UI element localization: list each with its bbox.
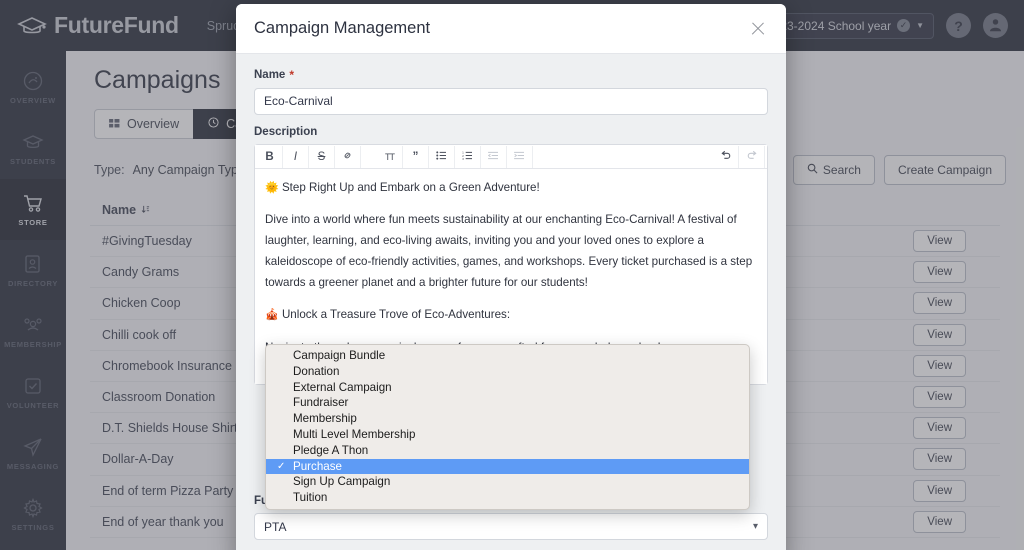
dropdown-option-label: Campaign Bundle — [293, 349, 386, 362]
dropdown-option-label: Purchase — [293, 459, 342, 473]
italic-button[interactable]: I — [283, 145, 309, 168]
outdent-icon — [487, 151, 499, 163]
indent-icon — [514, 151, 525, 163]
dropdown-option-label: Multi Level Membership — [293, 427, 416, 441]
editor-history-group — [713, 145, 765, 168]
indent-button[interactable] — [507, 145, 533, 168]
description-line-1-text: Step Right Up and Embark on a Green Adve… — [281, 181, 540, 194]
dropdown-option-label: Fundraiser — [293, 396, 349, 410]
bullet-list-icon — [436, 150, 447, 163]
fund-select[interactable]: PTA ▾ — [254, 513, 768, 540]
text-format-icon: TT — [385, 151, 395, 162]
dropdown-option[interactable]: Multi Level Membership — [266, 427, 749, 443]
dropdown-option[interactable]: Membership — [266, 411, 749, 427]
editor-toolbar: B I S TT ” 123 — [255, 145, 767, 169]
undo-icon — [720, 150, 732, 163]
fund-value: PTA — [264, 519, 287, 534]
dropdown-option-label: Pledge A Thon — [293, 443, 369, 457]
numbered-list-icon: 123 — [462, 150, 473, 163]
link-icon — [342, 150, 353, 164]
dropdown-option[interactable]: Sign Up Campaign — [266, 474, 749, 490]
blockquote-button[interactable]: ” — [403, 145, 429, 168]
description-label-text: Description — [254, 126, 318, 138]
redo-button[interactable] — [739, 145, 765, 168]
bullet-list-button[interactable] — [429, 145, 455, 168]
redo-icon — [746, 150, 758, 163]
name-field-label: Name * — [254, 68, 768, 82]
bold-button[interactable]: B — [257, 145, 283, 168]
dropdown-option[interactable]: Campaign Bundle — [266, 348, 749, 364]
required-asterisk: * — [289, 68, 294, 82]
strikethrough-button[interactable]: S — [309, 145, 335, 168]
name-label-text: Name — [254, 69, 286, 81]
dropdown-option[interactable]: ✓ Purchase — [266, 458, 749, 475]
description-line-2: 🎪 Unlock a Treasure Trove of Eco-Adventu… — [265, 304, 757, 325]
description-field-label: Description — [254, 126, 768, 138]
app-root: FutureFund Spruce 2023-2024 School year … — [0, 0, 1024, 550]
dropdown-option[interactable]: Donation — [266, 364, 749, 380]
circus-tent-emoji-icon: 🎪 — [265, 309, 279, 322]
description-line-1: 🌞 Step Right Up and Embark on a Green Ad… — [265, 177, 757, 198]
description-line-2-text: Unlock a Treasure Trove of Eco-Adventure… — [281, 308, 511, 322]
link-button[interactable] — [335, 145, 361, 168]
bold-icon: B — [265, 150, 274, 163]
chevron-down-icon: ▾ — [752, 521, 758, 532]
strikethrough-icon: S — [317, 150, 326, 163]
dropdown-option[interactable]: Tuition — [266, 490, 749, 506]
svg-text:3: 3 — [462, 157, 464, 160]
undo-button[interactable] — [713, 145, 739, 168]
dropdown-option-label: Sign Up Campaign — [293, 475, 391, 489]
checkmark-icon: ✓ — [277, 460, 286, 472]
close-icon[interactable] — [748, 19, 768, 39]
dropdown-option[interactable]: External Campaign — [266, 380, 749, 396]
dropdown-option-label: Donation — [293, 364, 340, 378]
sun-emoji-icon: 🌞 — [265, 182, 279, 194]
modal-header: Campaign Management — [236, 4, 786, 54]
numbered-list-button[interactable]: 123 — [455, 145, 481, 168]
campaign-type-dropdown-menu[interactable]: Campaign Bundle Donation External Campaign… — [265, 344, 750, 510]
dropdown-option[interactable]: Pledge A Thon — [266, 443, 749, 459]
dropdown-option-label: Tuition — [293, 491, 328, 505]
outdent-button[interactable] — [481, 145, 507, 168]
dropdown-option-label: External Campaign — [293, 380, 392, 394]
modal-title: Campaign Management — [254, 19, 431, 37]
quote-icon: ” — [412, 150, 419, 163]
italic-icon: I — [293, 150, 298, 163]
dropdown-option[interactable]: Fundraiser — [266, 395, 749, 411]
description-paragraph-1: Dive into a world where fun meets sustai… — [265, 213, 753, 290]
text-format-button[interactable]: TT — [377, 145, 403, 168]
dropdown-option-label: Membership — [293, 412, 357, 426]
name-input[interactable]: Eco-Carnival — [254, 88, 768, 115]
